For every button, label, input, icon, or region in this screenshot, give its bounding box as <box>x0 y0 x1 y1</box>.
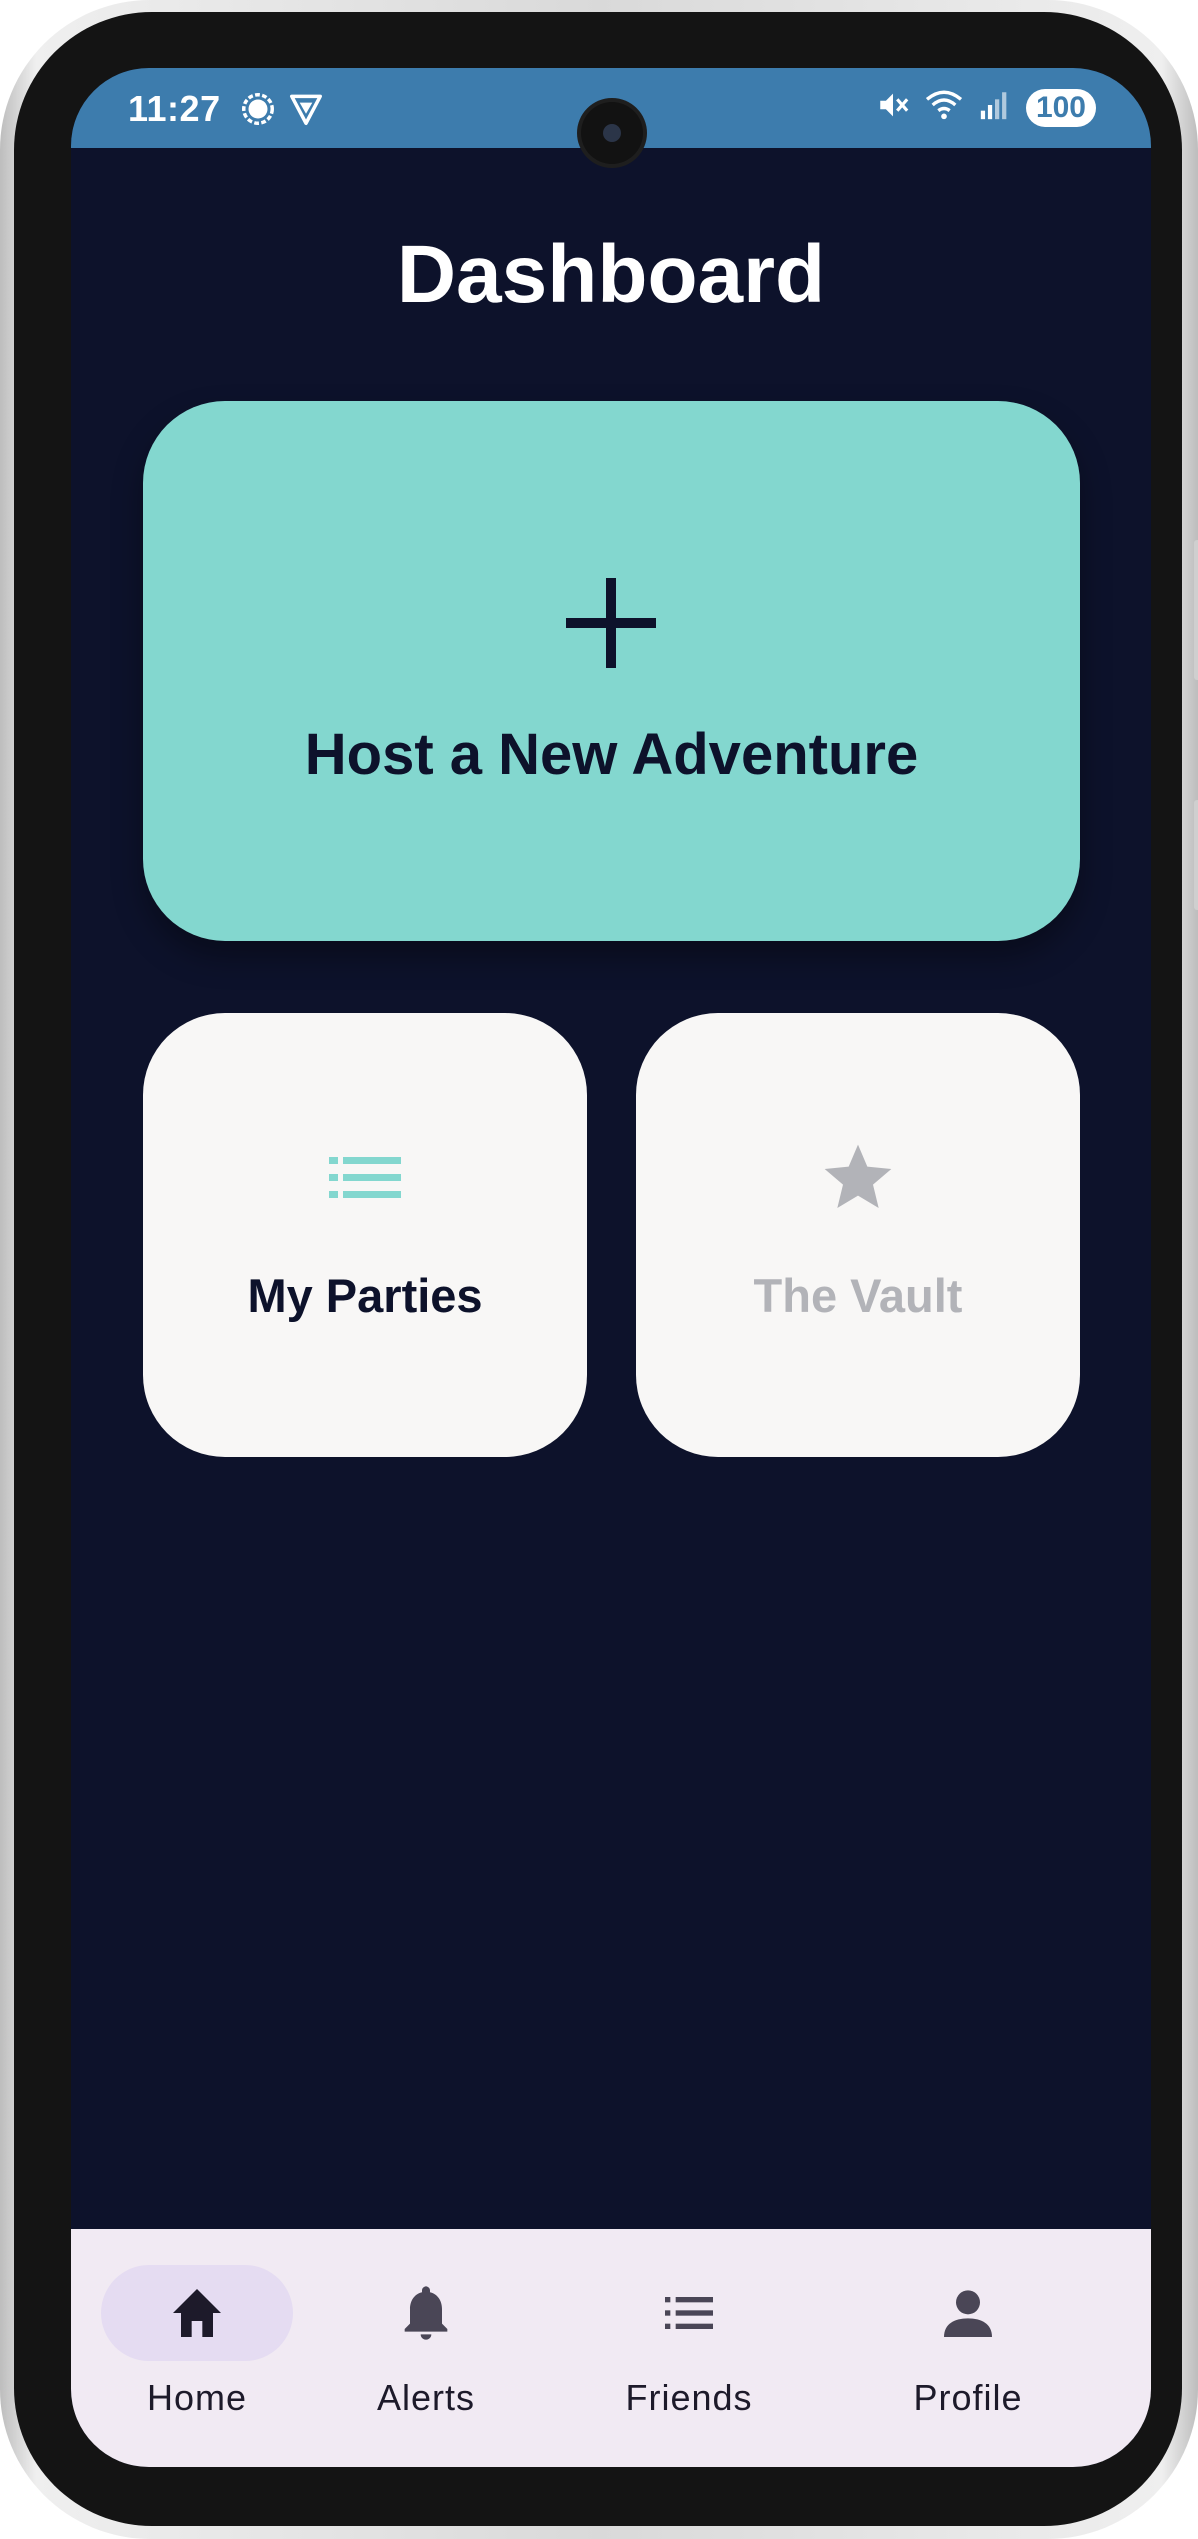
host-new-adventure-button[interactable]: Host a New Adventure <box>143 401 1080 941</box>
the-vault-label: The Vault <box>753 1269 963 1322</box>
status-notification-icons <box>239 90 325 133</box>
plus-icon <box>566 578 656 668</box>
list-icon <box>554 2281 824 2345</box>
host-new-adventure-label: Host a New Adventure <box>304 722 919 787</box>
star-icon <box>636 1138 1080 1218</box>
volume-button <box>1194 540 1198 680</box>
phone-frame: 11:27 100 Dashboard Host a New Adventure… <box>0 0 1198 2539</box>
phone-bezel: 11:27 100 Dashboard Host a New Adventure… <box>14 12 1182 2526</box>
my-parties-label: My Parties <box>247 1269 483 1322</box>
nav-label-friends: Friends <box>625 2377 753 2418</box>
the-vault-tile[interactable]: The Vault <box>636 1013 1080 1457</box>
mute-icon <box>876 88 910 127</box>
page-title: Dashboard <box>396 229 826 320</box>
app-screen: 11:27 100 Dashboard Host a New Adventure… <box>71 68 1151 2467</box>
battery-indicator: 100 <box>1025 88 1096 127</box>
list-icon <box>143 1153 587 1203</box>
front-camera <box>581 102 643 164</box>
my-parties-tile[interactable]: My Parties <box>143 1013 587 1457</box>
nav-item-friends[interactable]: Friends <box>611 2229 881 2467</box>
wifi-icon <box>924 88 964 127</box>
nav-item-home[interactable]: Home <box>71 2229 341 2467</box>
nav-item-profile[interactable]: Profile <box>881 2229 1151 2467</box>
nav-item-alerts[interactable]: Alerts <box>341 2229 611 2467</box>
bell-icon <box>291 2281 561 2345</box>
person-icon <box>833 2281 1103 2345</box>
nav-label-alerts: Alerts <box>376 2377 476 2418</box>
vpn-shield-icon <box>287 90 325 133</box>
signal-messenger-icon <box>239 90 277 133</box>
status-time: 11:27 <box>128 88 221 129</box>
power-button <box>1194 800 1198 910</box>
status-system-icons: 100 <box>876 88 1096 127</box>
nav-label-profile: Profile <box>913 2377 1023 2418</box>
cell-signal-icon <box>978 88 1012 127</box>
bottom-navigation: Home Alerts Friends Profile <box>71 2229 1151 2467</box>
